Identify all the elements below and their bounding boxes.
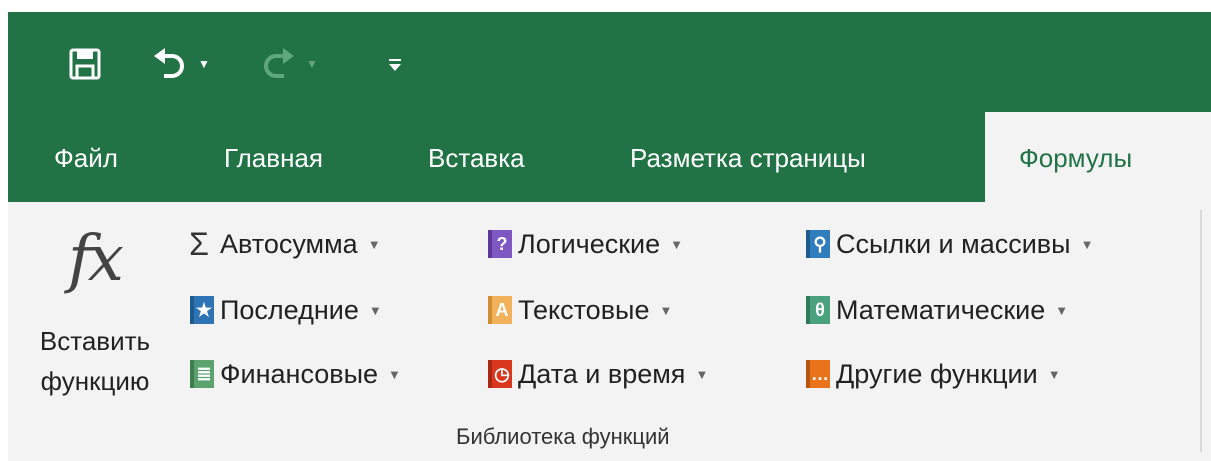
tab-formulas[interactable]: Формулы (985, 112, 1211, 202)
star-book-icon: ★ (190, 296, 214, 324)
financial-functions-button[interactable]: ≣ Финансовые ▼ (190, 352, 401, 396)
undo-dropdown-icon[interactable]: ▼ (198, 57, 210, 71)
save-button[interactable] (68, 36, 102, 92)
redo-button[interactable]: ▼ (258, 36, 318, 92)
insert-function-label-2: функцию (40, 366, 150, 396)
text-functions-label: Текстовые (518, 294, 650, 325)
autosum-button[interactable]: Σ Автосумма ▼ (186, 222, 381, 266)
save-icon (69, 48, 101, 80)
tab-formulas-label: Формулы (1019, 143, 1133, 173)
fx-icon: fx (68, 222, 124, 296)
recent-functions-button[interactable]: ★ Последние ▼ (190, 288, 382, 332)
date-time-functions-button[interactable]: ◷ Дата и время ▼ (488, 352, 708, 396)
recent-functions-label: Последние (220, 294, 359, 325)
chevron-down-icon[interactable]: ▼ (670, 237, 683, 252)
function-library-group-label: Библиотека функций (456, 424, 670, 449)
redo-icon (264, 48, 294, 78)
question-book-icon: ? (488, 230, 512, 258)
more-functions-button[interactable]: … Другие функции ▼ (806, 352, 1061, 396)
lookup-book-icon: ⚲ (806, 230, 830, 258)
math-trig-label: Математические (836, 294, 1046, 325)
insert-function-button[interactable]: fx Вставить функцию (20, 222, 170, 412)
autosum-label: Автосумма (220, 228, 358, 259)
more-functions-label: Другие функции (836, 358, 1038, 389)
lookup-reference-button[interactable]: ⚲ Ссылки и массивы ▼ (806, 222, 1093, 266)
redo-dropdown-icon[interactable]: ▼ (306, 57, 318, 71)
logical-functions-button[interactable]: ? Логические ▼ (488, 222, 683, 266)
sigma-icon: Σ (189, 225, 209, 262)
chevron-down-icon[interactable]: ▼ (368, 237, 381, 252)
financial-functions-label: Финансовые (220, 358, 379, 389)
logical-functions-label: Логические (518, 228, 661, 259)
insert-function-label-1: Вставить (39, 326, 151, 356)
undo-button[interactable]: ▼ (150, 36, 210, 92)
chevron-down-icon[interactable]: ▼ (388, 367, 401, 382)
date-time-functions-label: Дата и время (518, 358, 686, 389)
tab-insert[interactable]: Вставка (428, 128, 525, 188)
more-book-icon: … (806, 360, 830, 388)
chevron-down-icon[interactable]: ▼ (1055, 303, 1068, 318)
tab-file[interactable]: Файл (54, 128, 118, 188)
theta-book-icon: θ (806, 296, 830, 324)
chevron-down-icon[interactable]: ▼ (369, 303, 382, 318)
math-trig-button[interactable]: θ Математические ▼ (806, 288, 1068, 332)
text-book-icon: A (488, 296, 512, 324)
undo-icon (154, 48, 184, 78)
chevron-down-icon[interactable]: ▼ (659, 303, 672, 318)
finance-book-icon: ≣ (190, 360, 214, 388)
chevron-down-icon[interactable]: ▼ (1081, 237, 1094, 252)
clock-book-icon: ◷ (488, 360, 512, 388)
tab-page-layout[interactable]: Разметка страницы (630, 128, 866, 188)
customize-qat-icon (389, 59, 401, 71)
tab-home[interactable]: Главная (224, 128, 323, 188)
text-functions-button[interactable]: A Текстовые ▼ (488, 288, 672, 332)
chevron-down-icon[interactable]: ▼ (695, 367, 708, 382)
group-separator (1200, 210, 1202, 452)
customize-qat-button[interactable] (388, 36, 402, 92)
chevron-down-icon[interactable]: ▼ (1048, 367, 1061, 382)
excel-ribbon-window: ▼ ▼ Файл Главная Вставка Разметка страни… (0, 0, 1211, 461)
lookup-reference-label: Ссылки и массивы (836, 228, 1071, 259)
